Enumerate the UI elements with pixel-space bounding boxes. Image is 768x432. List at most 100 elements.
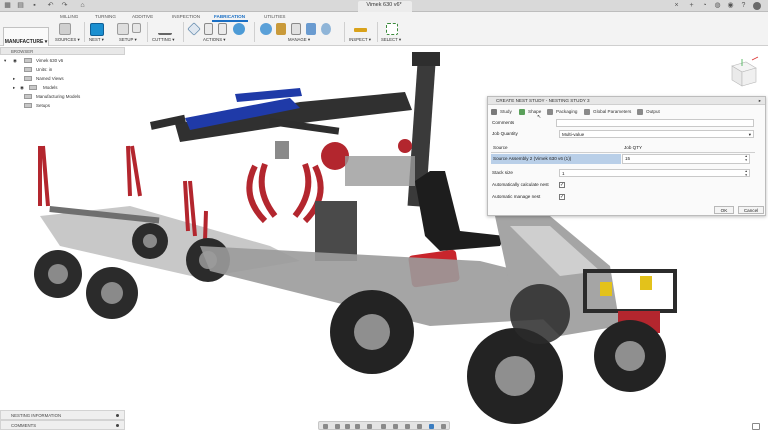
group-divider <box>84 22 85 42</box>
tab-inspection[interactable]: INSPECTION <box>172 14 200 19</box>
viewports-icon[interactable] <box>405 423 410 429</box>
job-qty-stepper[interactable]: 15 ▴ ▾ <box>622 154 750 164</box>
effects-icon[interactable] <box>429 423 434 429</box>
stake-rear-right <box>203 210 208 242</box>
orbit-icon[interactable] <box>323 423 328 429</box>
actions-label: ACTIONS ▾ <box>203 37 226 42</box>
simulate-icon <box>187 22 201 36</box>
display-settings-icon[interactable] <box>381 423 386 429</box>
zoom-icon[interactable] <box>355 423 360 429</box>
dialog-title[interactable]: CREATE NEST STUDY - NESTING STUDY 3 ▸ <box>488 97 765 105</box>
add-comment-icon[interactable] <box>116 424 119 427</box>
stake-front-right <box>126 145 142 197</box>
visibility-icon[interactable]: ◉ <box>20 83 24 92</box>
comments-panel-label: COMMENTS <box>11 423 37 428</box>
comments-label: Comments <box>492 120 515 125</box>
tab-label: Global Parameters <box>593 109 632 114</box>
browser-item-label: Vimek 630 v6 <box>36 58 64 63</box>
collapse-icon[interactable]: ▾ <box>4 56 6 65</box>
tab-label: Output <box>646 109 660 114</box>
tool-library-icon <box>260 23 272 35</box>
auto-calculate-label: Automatically calculate nest <box>492 182 549 187</box>
dialog-title-text: CREATE NEST STUDY - NESTING STUDY 3 <box>496 98 590 103</box>
section-analysis-icon[interactable] <box>441 423 446 429</box>
shape-icon <box>519 108 525 115</box>
manage-label: MANAGE ▾ <box>288 37 310 42</box>
folder-icon <box>24 103 32 108</box>
avatar[interactable] <box>753 2 761 10</box>
workspace-label: MANUFACTURE <box>4 39 44 45</box>
task-manager-icon <box>321 23 331 35</box>
stepper-arrows-icon[interactable]: ▴ ▾ <box>745 169 747 177</box>
cutting-icon <box>158 23 172 35</box>
environment-icon[interactable] <box>417 423 422 429</box>
ok-button[interactable]: OK <box>714 206 734 214</box>
manage-group[interactable]: MANAGE ▾ <box>258 22 338 42</box>
look-at-icon[interactable] <box>335 423 340 429</box>
create-nest-study-dialog: CREATE NEST STUDY - NESTING STUDY 3 ▸ St… <box>487 96 766 216</box>
tab-fabrication[interactable]: FABRICATION <box>214 14 245 19</box>
job-qty-column-header: Job QTY <box>624 145 643 150</box>
folder-icon <box>24 94 32 99</box>
expand-icon[interactable]: ▸ <box>13 83 15 92</box>
expand-icon[interactable]: ▸ <box>13 74 15 83</box>
tab-utilities[interactable]: UTILITIES <box>264 14 285 19</box>
inspect-label: INSPECT ▾ <box>349 37 371 42</box>
extensions-icon[interactable]: ◍ <box>713 2 722 10</box>
grid-settings-icon[interactable] <box>393 423 398 429</box>
auto-calculate-checkbox[interactable]: ✓ <box>559 182 565 188</box>
view-cube-icon[interactable] <box>722 54 762 90</box>
source-row[interactable]: Source Assembly 2 (Vimek 630 v6 (1)) <box>491 154 621 164</box>
job-quantity-label: Job Quantity <box>492 131 518 136</box>
cancel-button[interactable]: Cancel <box>738 206 764 214</box>
tab-milling[interactable]: MILLING <box>60 14 78 19</box>
actions-group[interactable]: ACTIONS ▾ <box>186 22 252 42</box>
tab-turning[interactable]: TURNING <box>95 14 116 19</box>
navigation-bar <box>318 421 450 430</box>
comment-icon[interactable] <box>752 423 760 430</box>
source-row-value: Source Assembly 2 (Vimek 630 v6 (1)) <box>493 156 572 161</box>
browser-item-label: Units: in <box>36 67 53 72</box>
browser-title: BROWSER <box>11 49 34 54</box>
post-process-icon <box>204 23 213 35</box>
select-label: SELECT ▾ <box>381 37 401 42</box>
new-tab-icon[interactable]: + <box>687 2 696 10</box>
ribbon: MANUFACTURE ▾ MILLING TURNING ADDITIVE I… <box>0 12 768 55</box>
document-icon <box>24 58 32 63</box>
stack-size-stepper[interactable]: 1 ▴ ▾ <box>559 169 750 177</box>
global-parameters-icon <box>584 108 590 115</box>
tab-additive[interactable]: ADDITIVE <box>132 14 153 19</box>
notifications-icon[interactable]: ◉ <box>726 2 735 10</box>
help-icon[interactable]: ? <box>739 2 748 10</box>
post-library-icon <box>291 23 301 35</box>
tab-output[interactable]: Output <box>636 107 660 116</box>
browser-item-label: Setups <box>36 103 51 108</box>
panel-options-icon[interactable] <box>116 414 119 417</box>
group-divider <box>254 22 255 42</box>
browser-header[interactable]: BROWSER <box>0 47 125 55</box>
view-cube[interactable] <box>722 54 762 90</box>
hydraulic-cylinder-top <box>235 88 302 102</box>
auto-manage-checkbox[interactable]: ✓ <box>559 194 565 200</box>
job-status-icon[interactable]: ◔ <box>700 2 709 10</box>
browser-item-label: Manufacturing Models <box>36 94 81 99</box>
group-divider <box>147 22 148 42</box>
pan-icon[interactable] <box>345 423 350 429</box>
tab-study[interactable]: Study <box>490 107 512 116</box>
job-quantity-select[interactable]: Multi-value ▾ <box>559 130 754 138</box>
source-column-header: Source <box>493 145 508 150</box>
fit-icon[interactable] <box>367 423 372 429</box>
tab-packaging[interactable]: Packaging <box>546 107 577 116</box>
stack-size-value: 1 <box>562 171 565 176</box>
nest-label: NEST ▾ <box>89 37 104 42</box>
comments-panel[interactable]: COMMENTS <box>0 420 125 430</box>
dialog-expand-icon[interactable]: ▸ <box>759 97 761 105</box>
tab-global-parameters[interactable]: Global Parameters <box>583 107 631 116</box>
red-cover <box>321 142 349 170</box>
nesting-information-panel[interactable]: NESTING INFORMATION <box>0 410 125 420</box>
stepper-arrows-icon[interactable]: ▴ ▾ <box>745 154 747 162</box>
select-icon <box>386 23 398 35</box>
close-tab-icon[interactable]: × <box>672 2 681 10</box>
visibility-icon[interactable]: ◉ <box>13 56 17 65</box>
comments-field[interactable] <box>556 119 754 127</box>
